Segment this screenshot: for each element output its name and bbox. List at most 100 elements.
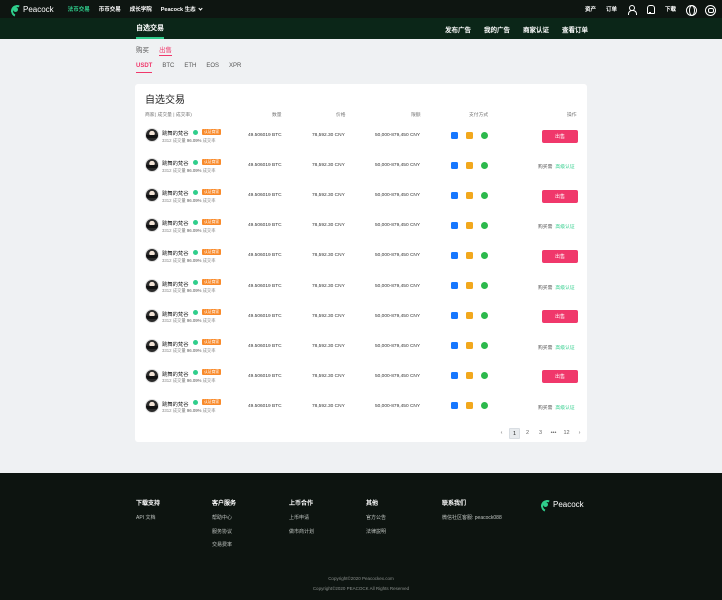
page-12[interactable]: 12 xyxy=(561,428,572,439)
page-2[interactable]: 2 xyxy=(522,428,533,439)
merchant-name[interactable]: 跳舞的梵谷 xyxy=(162,370,189,378)
globe-icon[interactable] xyxy=(686,4,697,16)
merchant-name[interactable]: 跳舞的梵谷 xyxy=(162,189,189,197)
nav-fiat-trading[interactable]: 法币交易 xyxy=(68,5,90,13)
footer-link-api-docs[interactable]: API 文档 xyxy=(136,514,160,521)
nav-ecosystem[interactable]: Peacock 生态 xyxy=(161,5,203,13)
nav-coin-trading[interactable]: 币币交易 xyxy=(99,5,121,13)
ad-limit: 50,000-879,450 CNY xyxy=(375,283,421,289)
header-action: 操作 xyxy=(567,113,577,118)
merchant-name[interactable]: 跳舞的梵谷 xyxy=(162,280,189,288)
footer-wechat-contact: 微信社区客服: peacock088 xyxy=(442,515,502,521)
merchant-name[interactable]: 跳舞的梵谷 xyxy=(162,129,189,137)
wechat-pay-icon xyxy=(481,251,488,259)
wechat-pay-icon xyxy=(481,312,488,320)
coin-tabs: USDT BTC ETH EOS XPR xyxy=(136,63,251,73)
avatar[interactable] xyxy=(145,248,159,263)
alipay-icon xyxy=(451,312,458,320)
top-navbar: Peacock 法币交易 币币交易 成长学院 Peacock 生态 资产 订单 … xyxy=(0,0,722,18)
tab-eos[interactable]: EOS xyxy=(206,63,219,73)
tab-usdt[interactable]: USDT xyxy=(136,63,153,73)
merchant-name[interactable]: 跳舞的梵谷 xyxy=(162,219,189,227)
merchant-name[interactable]: 跳舞的梵谷 xyxy=(162,400,189,408)
advanced-verification-link[interactable]: 高级认证 xyxy=(555,225,574,230)
chevron-down-icon xyxy=(197,6,203,11)
advanced-verification-link[interactable]: 高级认证 xyxy=(555,165,574,170)
completion-rate-label: 成交率 xyxy=(202,137,216,143)
footer-link-listing-apply[interactable]: 上币申请 xyxy=(289,514,314,521)
completion-rate: 96.09% xyxy=(186,288,202,293)
sell-button[interactable]: 出售 xyxy=(542,370,578,384)
sell-button[interactable]: 出售 xyxy=(542,310,578,324)
avatar[interactable] xyxy=(145,308,159,323)
ad-price: 78,592.30 CNY xyxy=(312,193,345,199)
nav-download[interactable]: 下载 xyxy=(665,5,676,13)
merchant-name[interactable]: 跳舞的梵谷 xyxy=(162,310,189,318)
advanced-verification-link[interactable]: 高级认证 xyxy=(555,406,574,411)
header-merchant: 商家( 成交量 | 成交率) xyxy=(145,113,192,118)
page-ellipsis[interactable]: ••• xyxy=(548,428,559,439)
header-payment: 支付方式 xyxy=(469,113,489,118)
nav-orders[interactable]: 订单 xyxy=(606,5,617,13)
trade-count: 3312 成交量 xyxy=(162,167,186,173)
avatar[interactable] xyxy=(145,278,159,293)
merchant-verification-link[interactable]: 商家认证 xyxy=(523,24,549,34)
user-icon[interactable] xyxy=(627,4,637,15)
tab-sell[interactable]: 出售 xyxy=(159,44,172,56)
page-3[interactable]: 3 xyxy=(535,428,546,439)
merchant-badge: 认证商家 xyxy=(202,158,222,165)
advanced-verification-link[interactable]: 高级认证 xyxy=(555,286,574,291)
advanced-verification-link[interactable]: 高级认证 xyxy=(555,346,574,351)
trade-count: 3312 成交量 xyxy=(162,227,186,233)
footer-link-legal[interactable]: 法律説明 xyxy=(366,528,386,535)
brand-logo[interactable]: Peacock xyxy=(10,4,54,14)
merchant-name[interactable]: 跳舞的梵谷 xyxy=(162,340,189,348)
tab-btc[interactable]: BTC xyxy=(162,63,174,73)
avatar[interactable] xyxy=(145,128,159,142)
nav-academy[interactable]: 成长学院 xyxy=(130,5,152,13)
publish-ad-link[interactable]: 发布广告 xyxy=(445,24,471,34)
tab-buy[interactable]: 购买 xyxy=(136,44,149,56)
sell-button[interactable]: 出售 xyxy=(542,189,578,203)
completion-rate: 96.09% xyxy=(186,137,202,143)
sell-button[interactable]: 出售 xyxy=(542,129,578,143)
bank-card-icon xyxy=(466,282,473,289)
nav-assets[interactable]: 资产 xyxy=(585,5,596,13)
view-orders-link[interactable]: 查看订单 xyxy=(562,24,588,34)
prev-page-icon[interactable]: ‹ xyxy=(496,428,507,439)
avatar[interactable] xyxy=(145,368,159,383)
ad-price: 78,592.30 CNY xyxy=(312,313,345,319)
footer-link-market-maker[interactable]: 做市商计划 xyxy=(289,528,314,535)
avatar[interactable] xyxy=(145,338,159,353)
tab-eth[interactable]: ETH xyxy=(184,63,196,73)
avatar[interactable] xyxy=(145,188,159,203)
merchant-name[interactable]: 跳舞的梵谷 xyxy=(162,159,189,167)
footer-link-help[interactable]: 帮助中心 xyxy=(212,514,236,521)
table-row: 跳舞的梵谷 认证商家 3312 成交量 96.09% 成交率 49.506019 BT… xyxy=(135,272,587,302)
completion-rate: 96.09% xyxy=(186,408,202,414)
support-icon[interactable] xyxy=(705,4,716,16)
merchant-name[interactable]: 跳舞的梵谷 xyxy=(162,249,189,257)
footer-link-terms[interactable]: 服务协议 xyxy=(212,528,236,535)
my-ads-link[interactable]: 我的广告 xyxy=(484,24,510,34)
ad-price: 78,592.30 CNY xyxy=(312,343,345,349)
footer-link-fees[interactable]: 交易费率 xyxy=(212,541,236,548)
copyright-line-2: Copyright©2020 PEACOCK All Rights Reserv… xyxy=(312,586,410,591)
next-page-icon[interactable]: › xyxy=(574,428,585,439)
alipay-icon xyxy=(451,161,458,169)
wechat-pay-icon xyxy=(481,282,488,289)
requirement-text: 购买需 xyxy=(538,345,553,351)
subnav-tab-selected-trading[interactable]: 自选交易 xyxy=(136,18,164,39)
page-1[interactable]: 1 xyxy=(509,428,520,439)
trade-count: 3312 成交量 xyxy=(162,408,186,414)
bank-card-icon xyxy=(466,191,473,199)
tab-xpr[interactable]: XPR xyxy=(229,63,241,73)
sell-button[interactable]: 出售 xyxy=(542,249,578,263)
trade-count: 3312 成交量 xyxy=(162,288,186,293)
avatar[interactable] xyxy=(145,398,159,413)
bell-icon[interactable] xyxy=(646,5,656,14)
footer-link-announcements[interactable]: 官方公告 xyxy=(366,514,386,521)
avatar[interactable] xyxy=(145,158,159,173)
avatar[interactable] xyxy=(145,218,159,233)
verified-icon xyxy=(193,129,198,135)
